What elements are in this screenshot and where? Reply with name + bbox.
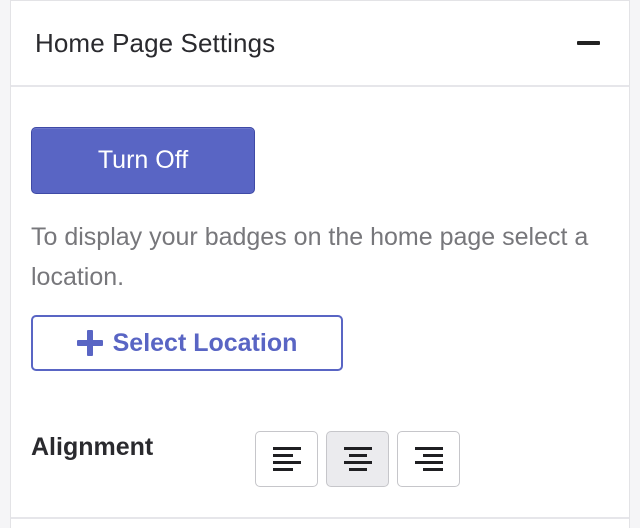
- panel-header: Home Page Settings: [11, 1, 629, 87]
- home-page-settings-panel: Home Page Settings Turn Off To display y…: [10, 0, 630, 528]
- align-left-button[interactable]: [255, 431, 318, 487]
- plus-icon: [76, 330, 103, 356]
- minus-icon: [576, 41, 600, 45]
- align-left-icon: [272, 447, 301, 471]
- panel-title: Home Page Settings: [35, 27, 276, 58]
- collapse-button[interactable]: [575, 30, 601, 56]
- align-right-icon: [414, 447, 443, 471]
- turn-off-button[interactable]: Turn Off: [31, 127, 255, 194]
- select-location-label: Select Location: [112, 328, 298, 357]
- align-center-icon: [343, 447, 372, 471]
- description-text: To display your badges on the home page …: [31, 223, 589, 291]
- select-location-button[interactable]: Select Location: [31, 315, 343, 371]
- align-center-button[interactable]: [326, 431, 389, 487]
- alignment-button-group: [255, 431, 460, 487]
- align-right-button[interactable]: [397, 431, 460, 487]
- alignment-label: Alignment: [31, 433, 154, 461]
- divider: [11, 517, 629, 519]
